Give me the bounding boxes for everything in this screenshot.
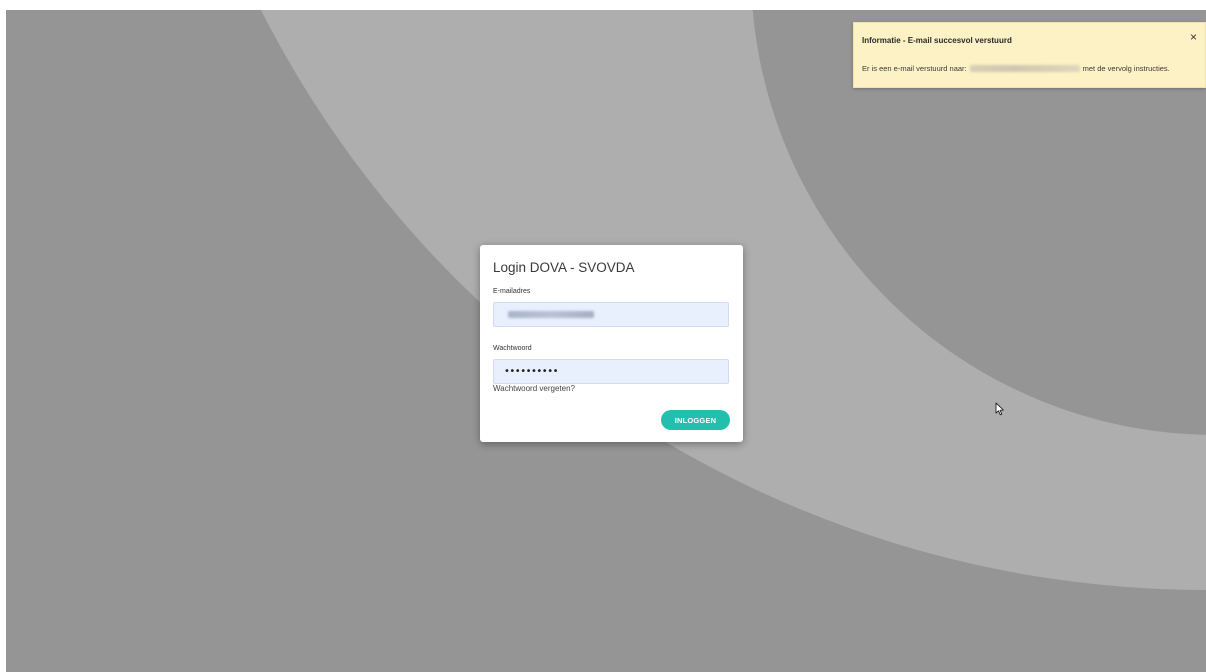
close-icon[interactable]: × xyxy=(1190,31,1197,43)
notification-message-prefix: Er is een e-mail verstuurd naar: xyxy=(862,64,967,73)
password-value: •••••••••• xyxy=(504,366,558,377)
password-label: Wachtwoord xyxy=(493,345,532,352)
login-card: Login DOVA - SVOVDA E-mailadres Wachtwoo… xyxy=(480,245,743,442)
login-page-background: Informatie - E-mail succesvol verstuurd … xyxy=(6,10,1206,672)
login-title: Login DOVA - SVOVDA xyxy=(493,260,635,275)
mouse-pointer-icon xyxy=(995,402,1004,416)
password-field[interactable]: •••••••••• xyxy=(493,359,729,384)
email-value-redacted xyxy=(508,311,594,318)
email-field[interactable] xyxy=(493,302,729,327)
notification-toast: Informatie - E-mail succesvol verstuurd … xyxy=(853,22,1206,88)
login-button[interactable]: INLOGGEN xyxy=(661,410,730,430)
email-label: E-mailadres xyxy=(493,288,531,295)
forgot-password-link[interactable]: Wachtwoord vergeten? xyxy=(493,384,575,393)
notification-message: Er is een e-mail verstuurd naar: met de … xyxy=(862,64,1170,73)
redacted-email xyxy=(969,65,1080,72)
notification-message-suffix: met de vervolg instructies. xyxy=(1082,64,1170,73)
notification-title: Informatie - E-mail succesvol verstuurd xyxy=(862,36,1012,45)
